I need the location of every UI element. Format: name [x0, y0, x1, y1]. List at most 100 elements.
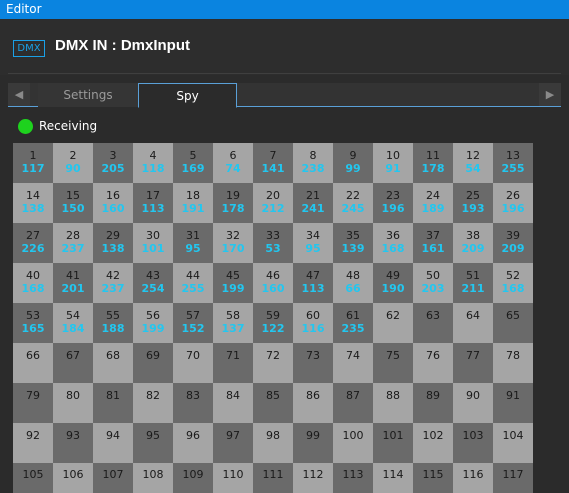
channel-number: 95 — [146, 429, 160, 442]
channel-number: 113 — [342, 468, 364, 481]
channel-value: 226 — [21, 242, 45, 255]
channel-cell: 72 — [253, 343, 293, 383]
channel-number: 87 — [346, 389, 360, 402]
channel-cell: 54 184 — [53, 303, 93, 343]
channel-cell: 21 241 — [293, 183, 333, 223]
channel-number: 100 — [342, 429, 364, 442]
channel-number: 53 — [26, 309, 40, 322]
tab-spy[interactable]: Spy — [138, 83, 237, 108]
channel-cell: 78 — [493, 343, 533, 383]
page-title: DMX IN : DmxInput — [55, 37, 190, 54]
channel-number: 23 — [386, 189, 400, 202]
channel-cell: 45 199 — [213, 263, 253, 303]
channel-value: 53 — [265, 242, 281, 255]
channel-value: 138 — [21, 202, 45, 215]
channel-value: 95 — [185, 242, 201, 255]
channel-value: 201 — [61, 282, 85, 295]
channel-number: 88 — [386, 389, 400, 402]
channel-cell: 55 188 — [93, 303, 133, 343]
channel-number: 90 — [466, 389, 480, 402]
channel-cell: 96 — [173, 423, 213, 463]
channel-cell: 32 170 — [213, 223, 253, 263]
channel-number: 104 — [502, 429, 524, 442]
channel-cell: 57 152 — [173, 303, 213, 343]
channel-cell: 63 — [413, 303, 453, 343]
channel-number: 35 — [346, 229, 360, 242]
channel-cell: 12 54 — [453, 143, 493, 183]
channel-number: 69 — [146, 349, 160, 362]
channel-cell: 113 — [333, 463, 373, 493]
channel-value: 91 — [385, 162, 401, 175]
window-title: Editor — [6, 2, 42, 16]
channel-cell: 67 — [53, 343, 93, 383]
channel-cell: 39 209 — [493, 223, 533, 263]
channel-number: 28 — [66, 229, 80, 242]
channel-number: 47 — [306, 269, 320, 282]
channel-value: 99 — [345, 162, 361, 175]
channel-number: 58 — [226, 309, 240, 322]
channel-cell: 73 — [293, 343, 333, 383]
channel-number: 3 — [109, 149, 117, 162]
channel-number: 80 — [66, 389, 80, 402]
channel-number: 7 — [269, 149, 277, 162]
channel-number: 62 — [386, 309, 400, 322]
channel-number: 55 — [106, 309, 120, 322]
channel-value: 255 — [181, 282, 205, 295]
channel-number: 94 — [106, 429, 120, 442]
channel-cell: 31 95 — [173, 223, 213, 263]
channel-value: 245 — [341, 202, 365, 215]
channel-number: 56 — [146, 309, 160, 322]
channel-number: 8 — [309, 149, 317, 162]
channel-cell: 74 — [333, 343, 373, 383]
channel-number: 43 — [146, 269, 160, 282]
channel-cell: 41 201 — [53, 263, 93, 303]
tab-scroll-right-icon[interactable]: ▶ — [539, 83, 561, 106]
channel-cell: 43 254 — [133, 263, 173, 303]
tab-settings[interactable]: Settings — [38, 83, 138, 107]
channel-cell: 49 190 — [373, 263, 413, 303]
channel-value: 117 — [21, 162, 45, 175]
channel-number: 74 — [346, 349, 360, 362]
channel-number: 2 — [69, 149, 77, 162]
channel-cell: 47 113 — [293, 263, 333, 303]
channel-cell: 101 — [373, 423, 413, 463]
channel-number: 82 — [146, 389, 160, 402]
channel-cell: 16 160 — [93, 183, 133, 223]
tab-scroll-left-icon[interactable]: ◀ — [8, 83, 30, 106]
channel-value: 209 — [461, 242, 485, 255]
channel-number: 61 — [346, 309, 360, 322]
channel-cell: 26 196 — [493, 183, 533, 223]
channel-cell: 25 193 — [453, 183, 493, 223]
channel-cell: 104 — [493, 423, 533, 463]
channel-number: 83 — [186, 389, 200, 402]
channel-number: 108 — [142, 468, 164, 481]
channel-number: 20 — [266, 189, 280, 202]
channel-value: 139 — [341, 242, 365, 255]
channel-number: 4 — [149, 149, 157, 162]
channel-cell: 77 — [453, 343, 493, 383]
channel-cell: 107 — [93, 463, 133, 493]
channel-cell: 29 138 — [93, 223, 133, 263]
channel-number: 29 — [106, 229, 120, 242]
channel-cell: 85 — [253, 383, 293, 423]
channel-number: 18 — [186, 189, 200, 202]
channel-number: 45 — [226, 269, 240, 282]
channel-number: 114 — [382, 468, 404, 481]
channel-value: 209 — [501, 242, 525, 255]
channel-value: 169 — [181, 162, 205, 175]
dmx-channel-grid: 1 117 2 90 3 205 4 118 5 169 6 74 7 141 8 238 9 99 10 91 11 1… — [13, 143, 533, 493]
channel-cell: 66 — [13, 343, 53, 383]
channel-number: 49 — [386, 269, 400, 282]
channel-value: 211 — [461, 282, 485, 295]
channel-cell: 51 211 — [453, 263, 493, 303]
channel-number: 110 — [222, 468, 244, 481]
channel-cell: 28 237 — [53, 223, 93, 263]
channel-number: 79 — [26, 389, 40, 402]
channel-number: 85 — [266, 389, 280, 402]
channel-cell: 34 95 — [293, 223, 333, 263]
channel-cell: 37 161 — [413, 223, 453, 263]
channel-number: 76 — [426, 349, 440, 362]
channel-number: 115 — [422, 468, 444, 481]
channel-value: 150 — [61, 202, 85, 215]
channel-cell: 111 — [253, 463, 293, 493]
